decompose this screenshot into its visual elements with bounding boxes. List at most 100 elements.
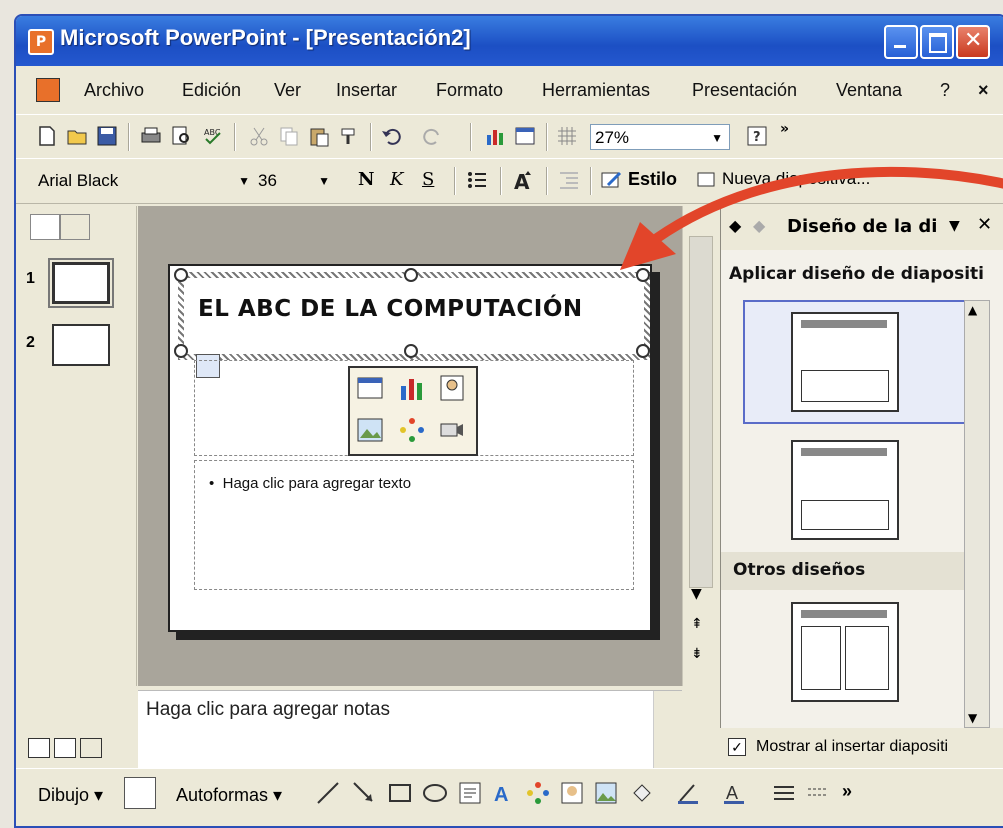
font-color-icon[interactable]: A — [722, 781, 746, 805]
fill-color-icon[interactable] — [630, 781, 654, 805]
current-slide[interactable]: EL ABC DE LA COMPUTACIÓN • Haga clic par… — [168, 264, 652, 632]
scroll-down-icon[interactable]: ▼ — [691, 586, 702, 602]
underline-button[interactable]: S — [422, 169, 434, 190]
minimize-button[interactable] — [884, 25, 918, 59]
show-on-insert-checkbox[interactable]: ✓ — [728, 738, 746, 756]
outline-tab-icon[interactable] — [30, 214, 60, 240]
arrow-icon[interactable] — [352, 781, 376, 805]
insert-clipart-icon[interactable] — [438, 374, 466, 402]
line-style-icon[interactable] — [772, 781, 796, 805]
dash-style-icon[interactable] — [806, 781, 830, 805]
menu-presentacion[interactable]: Presentación — [692, 80, 797, 101]
clipart-icon[interactable] — [560, 781, 584, 805]
maximize-button[interactable] — [920, 25, 954, 59]
format-painter-icon[interactable] — [338, 125, 360, 147]
autoshapes-label: Autoformas — [176, 785, 269, 805]
document-icon[interactable] — [36, 78, 60, 102]
task-pane-scrollbar[interactable]: ▲ ▼ — [964, 300, 990, 728]
spelling-icon[interactable]: ABC — [202, 125, 224, 147]
copy-icon[interactable] — [278, 125, 300, 147]
notes-scrollbar[interactable] — [653, 691, 682, 769]
insert-table-icon[interactable] — [514, 125, 536, 147]
italic-button[interactable]: K — [390, 169, 403, 190]
text-box-icon[interactable] — [458, 781, 482, 805]
close-button[interactable]: ✕ — [956, 25, 990, 59]
save-icon[interactable] — [96, 125, 118, 147]
menu-insertar[interactable]: Insertar — [336, 80, 397, 101]
line-icon[interactable] — [316, 781, 340, 805]
menu-archivo[interactable]: Archivo — [84, 80, 144, 101]
menu-edicion[interactable]: Edición — [182, 80, 241, 101]
menu-ver[interactable]: Ver — [274, 80, 301, 101]
insert-chart-icon[interactable] — [398, 374, 426, 402]
show-on-insert-row: ✓ Mostrar al insertar diapositi — [720, 728, 1003, 768]
insert-content-palette — [348, 366, 478, 456]
toolbar-more-icon[interactable]: » — [780, 121, 789, 137]
next-slide-icon[interactable]: ⇟ — [691, 646, 703, 662]
menu-help[interactable]: ? — [940, 80, 950, 101]
print-icon[interactable] — [140, 125, 162, 147]
insert-chart-icon[interactable] — [484, 125, 506, 147]
select-pointer-icon[interactable] — [124, 777, 156, 809]
draw-menu[interactable]: Dibujo ▾ — [38, 785, 103, 806]
layout-two-content[interactable] — [791, 440, 899, 540]
print-preview-icon[interactable] — [170, 125, 192, 147]
resize-handle[interactable] — [174, 344, 188, 358]
resize-handle[interactable] — [636, 344, 650, 358]
drawing-toolbar: Dibujo ▾ Autoformas ▾ A A » — [16, 768, 1003, 821]
grid-icon[interactable] — [556, 125, 578, 147]
insert-diagram-icon[interactable] — [398, 416, 426, 444]
menu-formato[interactable]: Formato — [436, 80, 503, 101]
slide-sorter-icon[interactable] — [54, 738, 76, 758]
undo-icon[interactable] — [380, 125, 402, 147]
notes-placeholder[interactable]: Haga clic para agregar notas — [146, 699, 390, 721]
chevron-down-icon: ▼ — [711, 131, 723, 145]
normal-view-icon[interactable] — [28, 738, 50, 758]
slide-thumbnail-1[interactable] — [48, 258, 114, 308]
redo-icon[interactable] — [422, 125, 444, 147]
insert-table-icon[interactable] — [356, 374, 384, 402]
insert-picture-icon[interactable] — [356, 416, 384, 444]
layout-text-clipart[interactable] — [791, 602, 899, 702]
zoom-select[interactable]: 27% ▼ — [590, 124, 730, 150]
notes-pane[interactable]: Haga clic para agregar notas — [138, 690, 682, 769]
oval-icon[interactable] — [422, 781, 448, 805]
menu-herramientas[interactable]: Herramientas — [542, 80, 650, 101]
powerpoint-app-icon: P — [28, 29, 54, 55]
autoshapes-menu[interactable]: Autoformas ▾ — [176, 785, 282, 806]
help-icon[interactable]: ? — [746, 125, 768, 147]
font-name-select[interactable]: Arial Black ▼ — [34, 168, 254, 194]
paste-icon[interactable] — [308, 125, 330, 147]
menu-ventana[interactable]: Ventana — [836, 80, 902, 101]
font-size-select[interactable]: 36 ▼ — [254, 168, 334, 194]
svg-text:A: A — [726, 783, 738, 803]
body-placeholder[interactable]: • Haga clic para agregar texto — [194, 460, 634, 590]
annotation-arrow — [620, 166, 1003, 270]
previous-slide-icon[interactable]: ⇞ — [691, 616, 703, 632]
insert-media-icon[interactable] — [438, 416, 466, 444]
slides-tab-icon[interactable] — [60, 214, 90, 240]
resize-handle[interactable] — [174, 268, 188, 282]
picture-icon[interactable] — [594, 781, 618, 805]
slide-title[interactable]: EL ABC DE LA COMPUTACIÓN — [198, 296, 583, 322]
resize-handle[interactable] — [404, 268, 418, 282]
open-folder-icon[interactable] — [66, 125, 88, 147]
scroll-down-icon[interactable]: ▼ — [968, 711, 977, 725]
toolbar-more-icon[interactable]: » — [842, 781, 852, 802]
decrease-indent-icon[interactable] — [558, 169, 580, 191]
slide-thumbnail-2[interactable] — [52, 324, 110, 366]
rectangle-icon[interactable] — [388, 781, 412, 805]
increase-font-icon[interactable]: A — [512, 169, 534, 191]
line-color-icon[interactable] — [676, 781, 700, 805]
zoom-value: 27% — [595, 128, 630, 147]
wordart-icon[interactable]: A — [492, 781, 516, 805]
resize-handle[interactable] — [404, 344, 418, 358]
bold-button[interactable]: N — [358, 169, 374, 190]
new-file-icon[interactable] — [36, 125, 58, 147]
diagram-icon[interactable] — [526, 781, 550, 805]
layout-title-content[interactable] — [791, 312, 899, 412]
slideshow-icon[interactable] — [80, 738, 102, 758]
cut-icon[interactable] — [248, 125, 270, 147]
document-close-icon[interactable]: × — [978, 80, 989, 101]
bullets-icon[interactable] — [466, 169, 488, 191]
